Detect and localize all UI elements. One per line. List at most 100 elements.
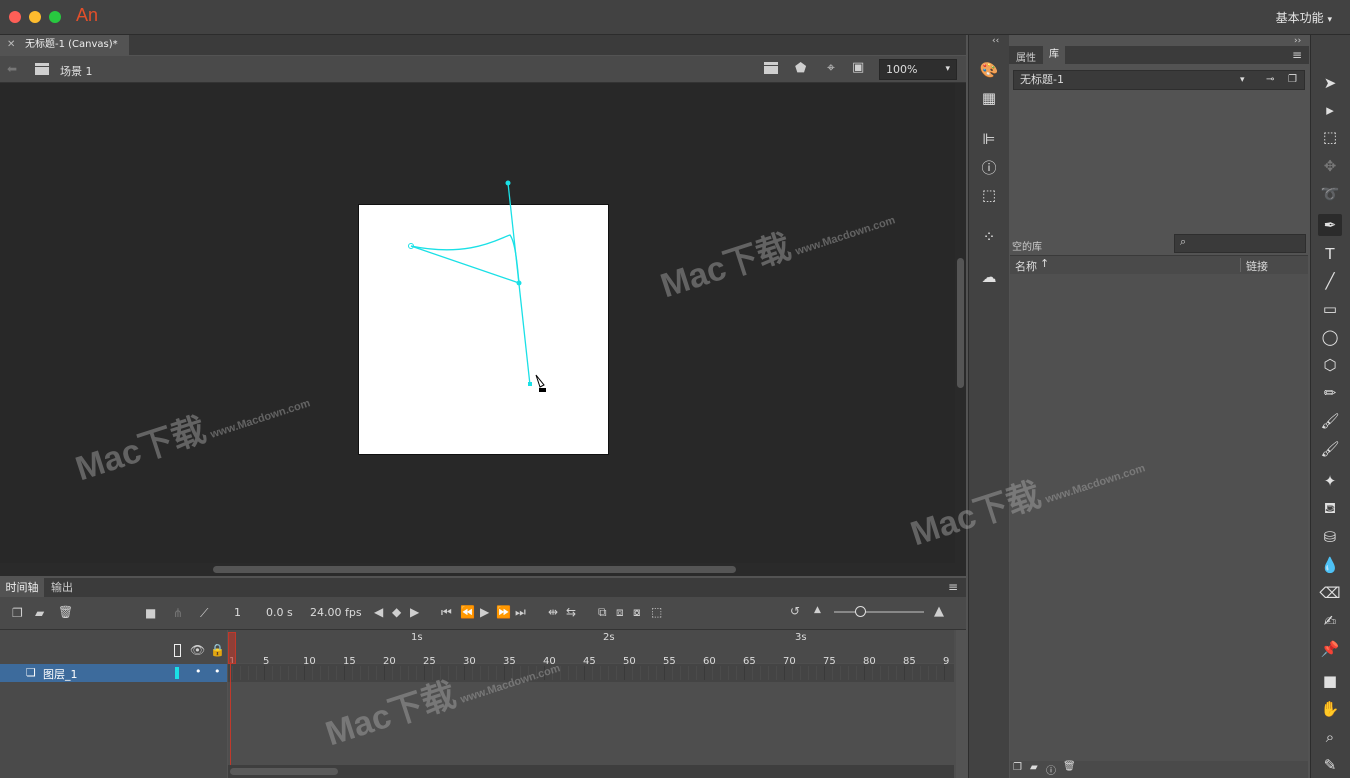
new-library-panel-icon[interactable]: ❐: [1288, 71, 1297, 89]
hand-tool-icon[interactable]: ✋: [1318, 698, 1342, 720]
width-tool-icon[interactable]: ✍: [1318, 610, 1342, 632]
free-transform-tool-icon[interactable]: ⬚: [1318, 126, 1342, 148]
center-frame-icon[interactable]: ⇹: [548, 605, 558, 619]
new-layer-icon[interactable]: ❐: [12, 606, 23, 620]
paint-bucket-tool-icon[interactable]: ⛾: [1318, 498, 1342, 520]
expand-icon[interactable]: ››: [1294, 36, 1301, 46]
timeline-hscrollbar[interactable]: [228, 765, 954, 778]
edit-scene-icon[interactable]: [763, 61, 781, 77]
frame-cell[interactable]: [624, 666, 625, 680]
frame-cell[interactable]: [536, 666, 537, 680]
frame-cell[interactable]: [480, 666, 481, 680]
outline-toggle-icon[interactable]: [174, 644, 181, 657]
edit-toolbar-icon[interactable]: ✎: [1318, 754, 1342, 776]
frame-cell[interactable]: [608, 666, 609, 680]
line-tool-icon[interactable]: ╱: [1318, 270, 1342, 292]
polystar-tool-icon[interactable]: ⬡: [1318, 354, 1342, 376]
frame-cell[interactable]: [584, 666, 585, 680]
frame-cell[interactable]: [736, 666, 737, 680]
layer-lock-dot[interactable]: •: [214, 665, 221, 678]
frame-cell[interactable]: [512, 666, 513, 680]
frame-rate[interactable]: 24.00 fps: [310, 606, 362, 619]
eraser-tool-icon[interactable]: ⌫: [1318, 582, 1342, 604]
frame-cell[interactable]: [616, 666, 617, 680]
next-keyframe-icon[interactable]: ▶: [410, 605, 419, 619]
frame-cell[interactable]: [680, 666, 681, 680]
last-frame-icon[interactable]: ⏭: [515, 605, 526, 620]
frame-cell[interactable]: [264, 666, 265, 680]
align-icon[interactable]: ⊫: [978, 129, 1000, 149]
tab-properties[interactable]: 属性: [1016, 49, 1036, 64]
3d-rotation-tool-icon[interactable]: ✥: [1318, 155, 1342, 177]
scene-label[interactable]: 场景 1: [60, 63, 93, 79]
frame-cell[interactable]: [928, 666, 929, 680]
frame-cell[interactable]: [864, 666, 865, 680]
frame-cell[interactable]: [640, 666, 641, 680]
camera-tool-icon[interactable]: ■: [1318, 670, 1342, 692]
layer-color-swatch[interactable]: [175, 667, 179, 679]
clip-stage-icon[interactable]: ▣: [852, 60, 864, 75]
frame-cell[interactable]: [712, 666, 713, 680]
close-tab-icon[interactable]: ✕: [7, 35, 15, 55]
frame-cell[interactable]: [744, 666, 745, 680]
step-back-icon[interactable]: ⏪: [460, 605, 475, 619]
frame-cell[interactable]: [248, 666, 249, 680]
frame-cell[interactable]: [368, 666, 369, 680]
scroll-thumb[interactable]: [213, 566, 736, 573]
reset-zoom-icon[interactable]: ↺: [790, 604, 800, 618]
frame-cell[interactable]: [472, 666, 473, 680]
properties-icon[interactable]: ⓘ: [1046, 762, 1056, 777]
frame-cell[interactable]: [256, 666, 257, 680]
frame-cell[interactable]: [504, 666, 505, 680]
frame-cell[interactable]: [560, 666, 561, 680]
selection-tool-icon[interactable]: ➤: [1318, 72, 1342, 94]
swatches-icon[interactable]: ▦: [978, 88, 1000, 108]
ink-bottle-tool-icon[interactable]: ⛁: [1318, 526, 1342, 548]
frame-cell[interactable]: [280, 666, 281, 680]
frame-cell[interactable]: [632, 666, 633, 680]
playhead[interactable]: [228, 632, 236, 664]
handle-point[interactable]: [528, 382, 532, 386]
frame-cell[interactable]: [312, 666, 313, 680]
onion-outline-icon[interactable]: ⧈: [616, 605, 624, 620]
frame-cell[interactable]: [936, 666, 937, 680]
prev-keyframe-icon[interactable]: ◀: [374, 605, 383, 619]
zoom-out-icon[interactable]: ▲: [814, 605, 821, 615]
frame-cell[interactable]: [720, 666, 721, 680]
frame-cell[interactable]: [376, 666, 377, 680]
frame-cell[interactable]: [336, 666, 337, 680]
frame-cell[interactable]: [880, 666, 881, 680]
frame-cell[interactable]: [824, 666, 825, 680]
frame-cell[interactable]: [888, 666, 889, 680]
frame-cell[interactable]: [856, 666, 857, 680]
frame-cell[interactable]: [328, 666, 329, 680]
frame-cell[interactable]: [688, 666, 689, 680]
first-frame-icon[interactable]: ⏮: [441, 605, 452, 620]
frame-cell[interactable]: [424, 666, 425, 680]
step-forward-icon[interactable]: ⏩: [496, 605, 511, 619]
frame-cell[interactable]: [912, 666, 913, 680]
frame-cell[interactable]: [240, 666, 241, 680]
frame-cell[interactable]: [904, 666, 905, 680]
frame-cell[interactable]: [456, 666, 457, 680]
graph-icon[interactable]: ⟋: [200, 606, 208, 621]
frame-cell[interactable]: [800, 666, 801, 680]
frame-cell[interactable]: [544, 666, 545, 680]
delete-icon[interactable]: 🗑: [1063, 761, 1076, 772]
pen-tool-icon[interactable]: ✒: [1318, 214, 1342, 236]
handle-point[interactable]: [505, 180, 511, 186]
column-name[interactable]: 名称: [1015, 258, 1037, 274]
workspace-switcher[interactable]: 基本功能 ▾: [1276, 9, 1332, 26]
scroll-thumb[interactable]: [957, 258, 964, 388]
bone-tool-icon[interactable]: ✦: [1318, 470, 1342, 492]
frame-cell[interactable]: [648, 666, 649, 680]
current-time[interactable]: 0.0 s: [266, 606, 293, 619]
frame-cell[interactable]: [664, 666, 665, 680]
paint-brush-tool-icon[interactable]: 🖌: [1318, 410, 1342, 432]
layer-row[interactable]: ❏ 图层_1 • •: [0, 664, 227, 682]
eye-icon[interactable]: 👁: [190, 643, 205, 657]
close-window-button[interactable]: [9, 11, 21, 23]
frame-cell[interactable]: [576, 666, 577, 680]
frame-cell[interactable]: [568, 666, 569, 680]
pencil-tool-icon[interactable]: ✏: [1318, 382, 1342, 404]
